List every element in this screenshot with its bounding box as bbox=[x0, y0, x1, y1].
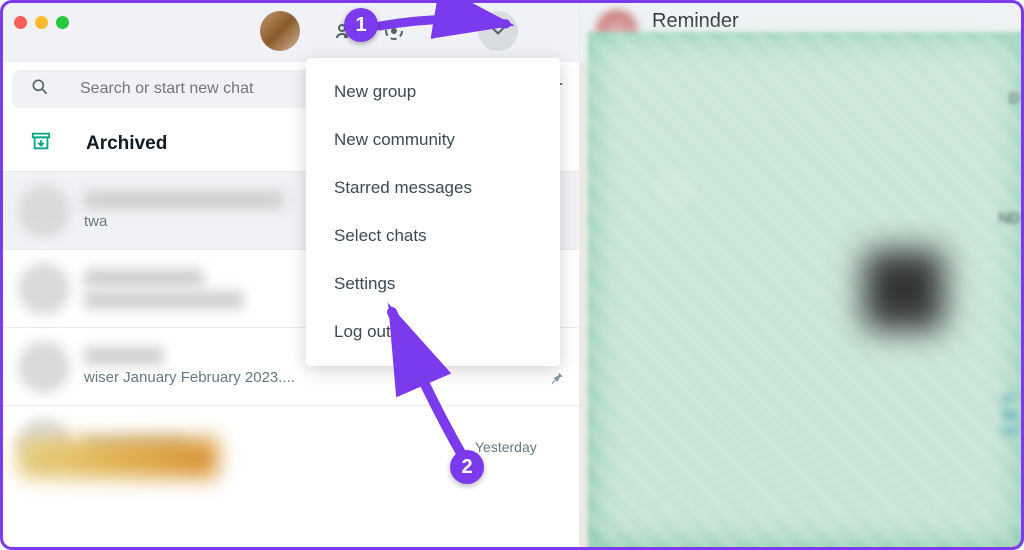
profile-avatar[interactable] bbox=[260, 11, 300, 51]
menu-item-new-community[interactable]: New community bbox=[306, 116, 560, 164]
new-chat-icon[interactable] bbox=[430, 19, 454, 43]
status-icon[interactable] bbox=[382, 19, 406, 43]
conversation-panel: Reminder D ND mkeho bbox=[580, 0, 1024, 550]
chat-avatar bbox=[18, 263, 70, 315]
archived-label: Archived bbox=[86, 133, 167, 155]
close-window-button[interactable] bbox=[14, 16, 27, 29]
status-indicator-dot bbox=[400, 17, 408, 25]
minimize-window-button[interactable] bbox=[35, 16, 48, 29]
sidebar-header bbox=[0, 0, 579, 62]
menu-item-starred[interactable]: Starred messages bbox=[306, 164, 560, 212]
chat-list-item[interactable]: Yesterday bbox=[0, 406, 579, 484]
menu-button[interactable] bbox=[478, 11, 518, 51]
chat-time: Yesterday bbox=[475, 439, 537, 455]
window-controls bbox=[14, 16, 69, 29]
annotation-step-2: 2 bbox=[450, 450, 484, 484]
chat-avatar bbox=[18, 185, 70, 237]
main-menu-dropdown: New group New community Starred messages… bbox=[306, 58, 560, 366]
chat-snippet: wiser January February 2023.... bbox=[84, 369, 461, 386]
chat-avatar bbox=[18, 341, 70, 393]
left-sidebar: Archived twa wiser January February 2023 bbox=[0, 0, 580, 550]
pin-icon bbox=[547, 369, 565, 392]
annotation-step-1: 1 bbox=[344, 8, 378, 42]
search-icon bbox=[30, 77, 50, 102]
menu-item-new-group[interactable]: New group bbox=[306, 68, 560, 116]
archive-icon bbox=[30, 130, 52, 157]
app-window: Archived twa wiser January February 2023 bbox=[0, 0, 1024, 550]
menu-item-settings[interactable]: Settings bbox=[306, 260, 560, 308]
chevron-down-icon bbox=[488, 21, 508, 41]
maximize-window-button[interactable] bbox=[56, 16, 69, 29]
menu-item-select-chats[interactable]: Select chats bbox=[306, 212, 560, 260]
menu-item-logout[interactable]: Log out bbox=[306, 308, 560, 356]
conversation-title: Reminder bbox=[652, 10, 739, 33]
